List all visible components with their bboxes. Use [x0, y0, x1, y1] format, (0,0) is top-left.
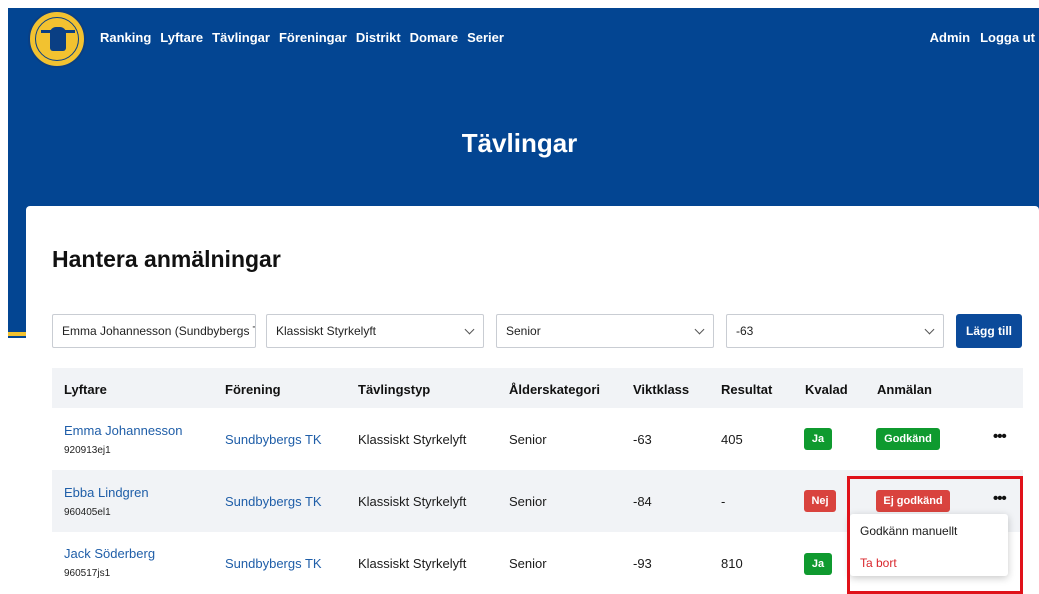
header-alderskategori: Ålderskategori: [509, 382, 601, 397]
weight-class-cell: -93: [633, 556, 652, 571]
highlight-box: [847, 476, 1023, 594]
more-options-icon[interactable]: •••: [993, 428, 1007, 445]
chevron-down-icon: [924, 324, 935, 335]
weight-class-cell: -63: [633, 432, 652, 447]
age-category-cell: Senior: [509, 432, 547, 447]
age-category-select[interactable]: Senior: [496, 314, 714, 348]
chevron-down-icon: [464, 324, 475, 335]
header-kvalad: Kvalad: [805, 382, 848, 397]
lifter-name-link[interactable]: Emma Johannesson: [64, 423, 183, 438]
nav-foreningar[interactable]: Föreningar: [279, 30, 347, 45]
lifter-id: 960405el1: [64, 507, 111, 518]
federation-logo[interactable]: [28, 10, 86, 68]
main-nav: Ranking Lyftare Tävlingar Föreningar Dis…: [100, 30, 504, 45]
nav-logout[interactable]: Logga ut: [980, 30, 1035, 45]
club-link[interactable]: Sundbybergs TK: [225, 494, 322, 509]
chevron-down-icon: [694, 324, 705, 335]
nav-domare[interactable]: Domare: [410, 30, 458, 45]
result-cell: 810: [721, 556, 743, 571]
qualified-badge: Nej: [804, 490, 836, 512]
competition-type-cell: Klassiskt Styrkelyft: [358, 432, 467, 447]
page-gutter: [0, 0, 8, 594]
lifter-search-value: Emma Johannesson (Sundbybergs T: [62, 324, 256, 338]
logo-emblem-icon: [35, 17, 79, 61]
weight-class-cell: -84: [633, 494, 652, 509]
result-cell: 405: [721, 432, 743, 447]
age-category-cell: Senior: [509, 556, 547, 571]
header-lyftare: Lyftare: [64, 382, 107, 397]
header-forening: Förening: [225, 382, 281, 397]
weight-class-value: -63: [736, 324, 754, 338]
nav-distrikt[interactable]: Distrikt: [356, 30, 401, 45]
nav-ranking[interactable]: Ranking: [100, 30, 151, 45]
header-viktklass: Viktklass: [633, 382, 690, 397]
status-badge: Godkänd: [876, 428, 940, 450]
nav-admin[interactable]: Admin: [930, 30, 970, 45]
age-category-value: Senior: [506, 324, 541, 338]
competition-type-cell: Klassiskt Styrkelyft: [358, 556, 467, 571]
account-nav: Admin Logga ut: [930, 30, 1035, 45]
accent-stripe: [8, 332, 28, 336]
header-tavlingstyp: Tävlingstyp: [358, 382, 431, 397]
header-anmalan: Anmälan: [877, 382, 932, 397]
nav-serier[interactable]: Serier: [467, 30, 504, 45]
result-cell: -: [721, 494, 726, 509]
age-category-cell: Senior: [509, 494, 547, 509]
add-button[interactable]: Lägg till: [956, 314, 1022, 348]
page-title: Tävlingar: [461, 128, 578, 158]
nav-tavlingar[interactable]: Tävlingar: [212, 30, 270, 45]
lifter-name-link[interactable]: Jack Söderberg: [64, 546, 155, 561]
lifter-search-input[interactable]: Emma Johannesson (Sundbybergs T: [52, 314, 256, 348]
competition-type-select[interactable]: Klassiskt Styrkelyft: [266, 314, 484, 348]
section-title: Hantera anmälningar: [52, 246, 281, 272]
weight-class-select[interactable]: -63: [726, 314, 944, 348]
nav-lyftare[interactable]: Lyftare: [160, 30, 203, 45]
header-resultat: Resultat: [721, 382, 773, 397]
competition-type-cell: Klassiskt Styrkelyft: [358, 494, 467, 509]
lifter-id: 920913ej1: [64, 445, 111, 456]
lifter-id: 960517js1: [64, 568, 111, 579]
club-link[interactable]: Sundbybergs TK: [225, 432, 322, 447]
club-link[interactable]: Sundbybergs TK: [225, 556, 322, 571]
qualified-badge: Ja: [804, 553, 832, 575]
lifter-name-link[interactable]: Ebba Lindgren: [64, 485, 149, 500]
competition-type-value: Klassiskt Styrkelyft: [276, 324, 377, 338]
qualified-badge: Ja: [804, 428, 832, 450]
